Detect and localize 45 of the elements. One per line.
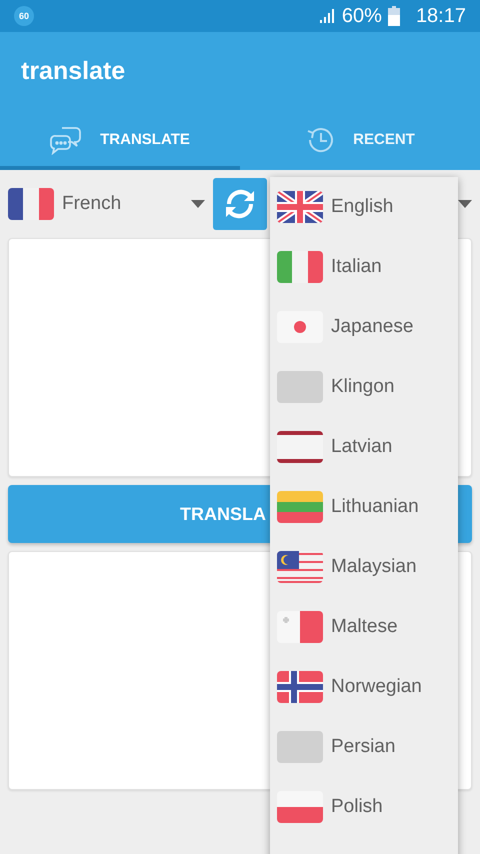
flag-icon [277,791,323,823]
flag-icon [277,731,323,763]
language-option[interactable]: Italian [270,237,458,297]
swap-icon [223,187,257,221]
dropdown-caret-icon [191,200,205,208]
battery-percent: 60% [342,4,382,28]
flag-icon [277,551,323,583]
language-option[interactable]: English [270,177,458,237]
dropdown-caret-icon [458,200,472,208]
language-label: French [62,193,122,215]
flag-icon [277,671,323,703]
language-option[interactable]: Latvian [270,417,458,477]
flag-icon [277,611,323,643]
language-option[interactable]: Polish [270,777,458,837]
battery-icon [388,6,400,26]
language-label: Japanese [331,316,414,338]
flag-icon [277,191,323,223]
app-title: translate [21,56,126,86]
language-option[interactable]: Persian [270,717,458,777]
flag-icon [277,311,323,343]
source-language-select[interactable]: French [8,178,205,230]
flag-icon [277,491,323,523]
language-option[interactable]: Japanese [270,297,458,357]
language-label: Polish [331,796,383,818]
language-label: Lithuanian [331,496,419,518]
signal-icon [318,7,336,25]
language-option[interactable]: Maltese [270,597,458,657]
language-label: Malaysian [331,556,417,578]
language-label: Italian [331,256,382,278]
notification-badge: 60 [14,6,34,26]
flag-icon [8,188,54,220]
language-label: English [331,196,394,218]
chat-icon [50,124,82,154]
flag-icon [277,251,323,283]
language-label: Latvian [331,436,392,458]
language-label: Norwegian [331,676,422,698]
language-label: Klingon [331,376,394,398]
flag-icon [277,371,323,403]
language-option[interactable]: Klingon [270,357,458,417]
language-option[interactable]: Norwegian [270,657,458,717]
swap-button[interactable] [213,178,267,230]
language-label: Maltese [331,616,398,638]
clock: 18:17 [416,4,466,28]
flag-icon [277,431,323,463]
language-label: Persian [331,736,396,758]
